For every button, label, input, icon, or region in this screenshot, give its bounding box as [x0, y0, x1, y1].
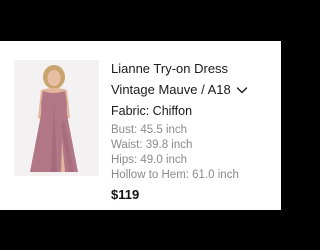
chevron-down-icon[interactable] — [236, 84, 248, 96]
variant-selector[interactable]: Vintage Mauve / A18 — [111, 82, 248, 97]
product-price: $119 — [111, 187, 140, 202]
fabric-info: Fabric: Chiffon — [111, 104, 193, 118]
variant-label: Vintage Mauve / A18 — [111, 82, 231, 97]
measurement-bust: Bust: 45.5 inch — [111, 124, 188, 136]
cart-item-card: Lianne Try-on Dress Vintage Mauve / A18 … — [0, 41, 281, 210]
product-image[interactable] — [14, 60, 99, 176]
measurement-hollow-to-hem: Hollow to Hem: 61.0 inch — [111, 169, 239, 181]
measurement-hips: Hips: 49.0 inch — [111, 154, 188, 166]
measurement-waist: Waist: 39.8 inch — [111, 139, 193, 151]
product-title[interactable]: Lianne Try-on Dress — [111, 61, 228, 76]
